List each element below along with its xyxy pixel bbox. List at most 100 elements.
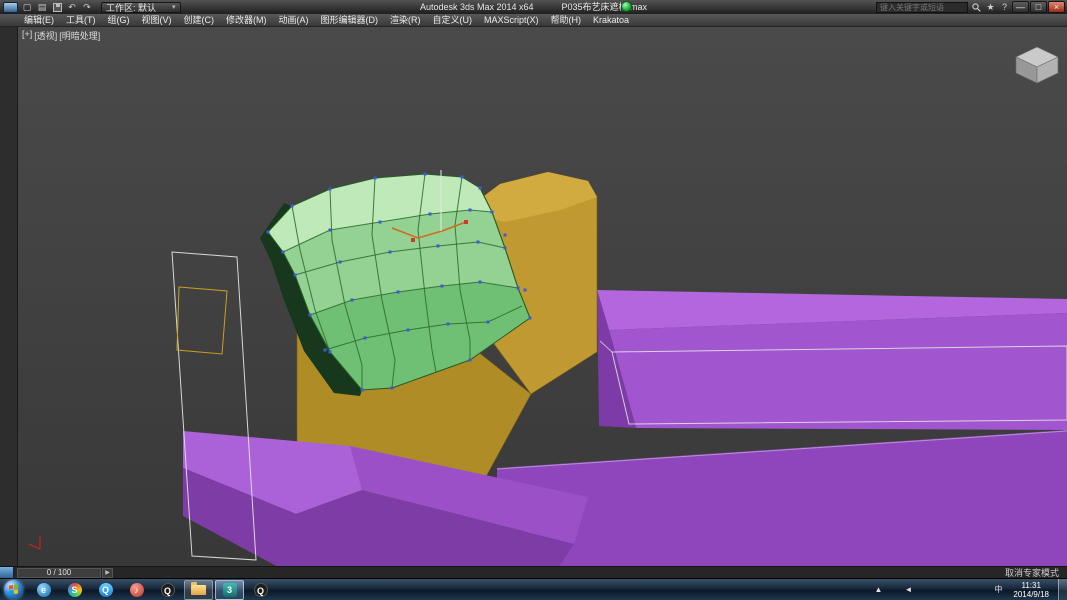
hidden-icons-arrow[interactable]: ▲: [872, 584, 884, 596]
taskbar-ie-browser[interactable]: e: [29, 580, 58, 600]
input-method-icon[interactable]: 中: [992, 584, 1004, 596]
mesh-vertex[interactable]: [490, 210, 494, 214]
taskbar-sogou-browser[interactable]: S: [60, 580, 89, 600]
menu-graph-editors[interactable]: 图形编辑器(D): [315, 14, 385, 27]
mesh-vertex[interactable]: [388, 250, 392, 254]
music-tray-icon[interactable]: [977, 584, 989, 596]
mesh-vertex[interactable]: [378, 220, 382, 224]
network-icon[interactable]: [917, 584, 929, 596]
communication-center-icon[interactable]: [621, 1, 632, 12]
taskbar-music-player[interactable]: ♪: [122, 580, 151, 600]
taskbar-qq-2[interactable]: Q: [246, 580, 275, 600]
close-button[interactable]: ×: [1048, 1, 1065, 13]
mesh-vertex[interactable]: [293, 273, 297, 277]
help-icon[interactable]: ?: [999, 2, 1010, 13]
mesh-vertex[interactable]: [266, 230, 270, 234]
mesh-vertex[interactable]: [468, 208, 472, 212]
next-frame-icon[interactable]: ▶: [102, 567, 113, 578]
menu-create[interactable]: 创建(C): [178, 14, 221, 27]
mesh-vertex[interactable]: [528, 316, 532, 320]
menu-views[interactable]: 视图(V): [136, 14, 178, 27]
undo-icon[interactable]: ↶: [66, 2, 78, 13]
mesh-vertex[interactable]: [516, 286, 520, 290]
qq-tray-icon[interactable]: [932, 584, 944, 596]
menu-bar: 编辑(E) 工具(T) 组(G) 视图(V) 创建(C) 修改器(M) 动画(A…: [0, 14, 1067, 27]
menu-customize[interactable]: 自定义(U): [427, 14, 479, 27]
mesh-vertex[interactable]: [460, 175, 464, 179]
time-slider-handle[interactable]: [0, 566, 14, 579]
mesh-vertex[interactable]: [478, 186, 482, 190]
volume-icon[interactable]: ◄: [902, 584, 914, 596]
viewport-menu-view[interactable]: [透视]: [34, 29, 57, 42]
mesh-vertex[interactable]: [486, 320, 490, 324]
mesh-vertex[interactable]: [373, 176, 377, 180]
mesh-vertex[interactable]: [464, 220, 468, 224]
world-axis-icon: [28, 536, 41, 550]
menu-krakatoa[interactable]: Krakatoa: [587, 14, 635, 27]
usb-tray-icon[interactable]: [887, 584, 899, 596]
sogou-tray-icon[interactable]: [962, 584, 974, 596]
show-desktop-button[interactable]: [1058, 578, 1067, 600]
mesh-vertex[interactable]: [360, 388, 364, 392]
mesh-vertex[interactable]: [396, 290, 400, 294]
viewcube[interactable]: [1015, 46, 1059, 84]
window-controls: — □ ×: [1012, 1, 1065, 13]
mesh-vertex[interactable]: [523, 288, 527, 292]
mesh-vertex[interactable]: [423, 172, 427, 176]
security-360-tray-icon[interactable]: [947, 584, 959, 596]
taskbar-qq-browser[interactable]: Q: [91, 580, 120, 600]
time-slider-track[interactable]: 0 / 100: [17, 567, 101, 578]
mesh-vertex[interactable]: [328, 228, 332, 232]
mesh-vertex[interactable]: [338, 260, 342, 264]
mesh-vertex[interactable]: [478, 280, 482, 284]
taskbar-file-explorer[interactable]: [184, 579, 213, 600]
application-menu-icon[interactable]: [3, 1, 18, 13]
menu-rendering[interactable]: 渲染(R): [384, 14, 427, 27]
start-button[interactable]: [4, 580, 23, 599]
mesh-vertex[interactable]: [406, 328, 410, 332]
mesh-vertex[interactable]: [446, 322, 450, 326]
maximize-button[interactable]: □: [1030, 1, 1047, 13]
menu-modifiers[interactable]: 修改器(M): [220, 14, 273, 27]
mesh-vertex[interactable]: [503, 233, 507, 237]
viewport-menu-shading[interactable]: [明暗处理]: [59, 29, 100, 42]
perspective-viewport[interactable]: [+] [透视] [明暗处理]: [18, 27, 1067, 566]
menu-group[interactable]: 组(G): [102, 14, 136, 27]
open-file-icon[interactable]: ▤: [36, 2, 48, 13]
mesh-vertex[interactable]: [308, 313, 312, 317]
menu-edit[interactable]: 编辑(E): [18, 14, 60, 27]
favorites-star-icon[interactable]: ★: [985, 2, 996, 13]
taskbar-3ds-max[interactable]: 3: [215, 579, 244, 600]
mesh-vertex[interactable]: [436, 244, 440, 248]
wireframe-inner-rect[interactable]: [176, 286, 228, 355]
bed-rail-front-face[interactable]: [609, 313, 1067, 430]
viewport-menu-plus[interactable]: [+]: [22, 29, 32, 42]
mesh-vertex[interactable]: [468, 358, 472, 362]
mesh-vertex[interactable]: [328, 187, 332, 191]
mesh-vertex[interactable]: [428, 212, 432, 216]
taskbar-qq[interactable]: Q: [153, 580, 182, 600]
menu-help[interactable]: 帮助(H): [545, 14, 588, 27]
menu-animation[interactable]: 动画(A): [273, 14, 315, 27]
mesh-vertex[interactable]: [503, 246, 507, 250]
mesh-vertex[interactable]: [411, 238, 415, 242]
mesh-vertex[interactable]: [440, 284, 444, 288]
mesh-vertex[interactable]: [350, 298, 354, 302]
mesh-vertex[interactable]: [363, 336, 367, 340]
taskbar-clock[interactable]: 11:31 2014/9/18: [1007, 581, 1055, 599]
search-icon[interactable]: [971, 2, 982, 13]
mesh-vertex[interactable]: [281, 250, 285, 254]
minimize-button[interactable]: —: [1012, 1, 1029, 13]
mesh-vertex[interactable]: [328, 350, 332, 354]
mesh-vertex[interactable]: [323, 348, 327, 352]
workspace-selector[interactable]: 工作区: 默认 ▾: [101, 1, 181, 13]
mesh-vertex[interactable]: [390, 386, 394, 390]
redo-icon[interactable]: ↷: [81, 2, 93, 13]
menu-tools[interactable]: 工具(T): [60, 14, 102, 27]
save-file-icon[interactable]: [51, 2, 63, 13]
search-input[interactable]: [876, 1, 968, 13]
menu-maxscript[interactable]: MAXScript(X): [478, 14, 545, 27]
mesh-vertex[interactable]: [476, 240, 480, 244]
mesh-vertex[interactable]: [290, 204, 294, 208]
new-scene-icon[interactable]: ▢: [21, 2, 33, 13]
